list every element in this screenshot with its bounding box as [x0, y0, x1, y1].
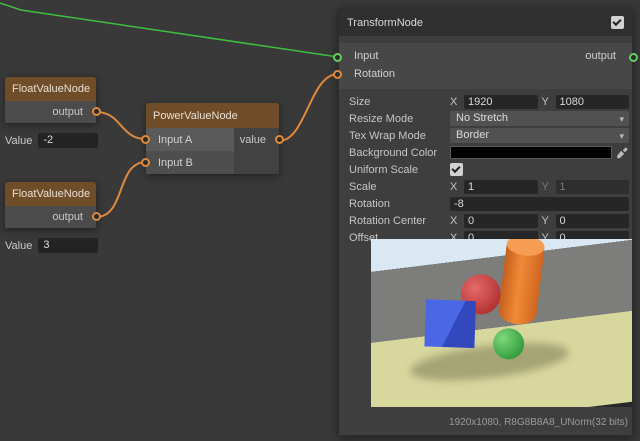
input-b-port[interactable]: [141, 158, 150, 167]
size-x-input[interactable]: 1920: [464, 95, 538, 109]
value-label: Value: [5, 240, 32, 252]
resize-mode-row: Resize Mode No Stretch: [339, 110, 632, 127]
size-row: Size X 1920 Y 1080: [339, 93, 632, 110]
value-output-label: value: [240, 134, 266, 146]
float-value-node-1-value-row: Value -2: [5, 133, 98, 148]
uniform-scale-checkbox-checked-icon[interactable]: [450, 163, 463, 176]
scale-label: Scale: [349, 181, 450, 193]
float-value-node-1-body: output: [5, 101, 96, 123]
float-value-node-2[interactable]: FloatValueNode output: [5, 182, 96, 228]
power-value-node-body: Input A Input B value: [146, 128, 279, 174]
rotation-port[interactable]: [333, 70, 342, 79]
transform-node-header[interactable]: TransformNode: [339, 9, 632, 36]
output-port-label: output: [52, 211, 83, 223]
scale-row: Scale X 1 Y 1: [339, 178, 632, 195]
preview-rendered-texture: [371, 239, 632, 407]
input-rows: Input A Input B: [146, 128, 234, 174]
rotation-label: Rotation: [349, 198, 450, 210]
input-a-port[interactable]: [141, 135, 150, 144]
power-value-node[interactable]: PowerValueNode Input A Input B value: [146, 103, 279, 174]
y-axis-label: Y: [542, 96, 552, 108]
node-title: FloatValueNode: [12, 83, 90, 95]
value-input[interactable]: -2: [38, 133, 98, 148]
rotation-row: Rotation -8: [339, 195, 632, 212]
input-b-label: Input B: [158, 157, 193, 169]
size-y-input[interactable]: 1080: [556, 95, 630, 109]
uniform-scale-label: Uniform Scale: [349, 164, 450, 176]
tex-wrap-mode-row: Tex Wrap Mode Border: [339, 127, 632, 144]
input-a-row[interactable]: Input A: [146, 128, 234, 151]
output-port[interactable]: [92, 212, 101, 221]
float-value-node-2-body: output: [5, 206, 96, 228]
eyedropper-icon[interactable]: [616, 146, 629, 159]
value-output-port[interactable]: [275, 135, 284, 144]
transform-node[interactable]: TransformNode Input Rotation output Size…: [338, 8, 633, 436]
rotation-center-label: Rotation Center: [349, 215, 450, 227]
output-port-label: output: [52, 106, 83, 118]
value-input[interactable]: 3: [38, 238, 98, 253]
input-a-label: Input A: [158, 134, 192, 146]
power-value-node-header[interactable]: PowerValueNode: [146, 103, 279, 128]
blue-cube: [424, 299, 476, 348]
x-axis-label: X: [450, 181, 460, 193]
tex-wrap-mode-label: Tex Wrap Mode: [349, 130, 450, 142]
input-port[interactable]: [333, 53, 342, 62]
background-color-label: Background Color: [349, 147, 450, 159]
y-axis-label: Y: [542, 215, 552, 227]
scale-x-input[interactable]: 1: [464, 180, 538, 194]
port-band: Input Rotation output: [339, 43, 632, 89]
resize-mode-label: Resize Mode: [349, 113, 450, 125]
y-axis-label: Y: [542, 181, 552, 193]
orange-cylinder-cap: [506, 239, 546, 257]
tex-wrap-mode-dropdown[interactable]: Border: [450, 128, 629, 143]
rotation-center-y-input[interactable]: 0: [556, 214, 630, 228]
uniform-scale-row: Uniform Scale: [339, 161, 632, 178]
input-port-label: Input: [354, 50, 378, 62]
rotation-input[interactable]: -8: [450, 197, 629, 211]
wire-power-to-rotation[interactable]: [279, 74, 338, 141]
output-port-label: output: [585, 50, 616, 62]
rotation-center-row: Rotation Center X 0 Y 0: [339, 212, 632, 229]
wire-float1-to-inputA[interactable]: [96, 112, 146, 139]
float-value-node-1-header[interactable]: FloatValueNode: [5, 77, 96, 101]
x-axis-label: X: [450, 215, 460, 227]
input-b-row[interactable]: Input B: [146, 151, 234, 174]
scale-y-input-disabled: 1: [556, 180, 630, 194]
texture-preview: [371, 239, 632, 407]
background-color-swatch[interactable]: [450, 146, 612, 159]
wire-green-to-input[interactable]: [0, 1, 338, 57]
property-list: Size X 1920 Y 1080 Resize Mode No Stretc…: [339, 93, 632, 246]
wire-float2-to-inputB[interactable]: [96, 162, 146, 217]
background-color-row: Background Color: [339, 144, 632, 161]
x-axis-label: X: [450, 96, 460, 108]
float-value-node-1[interactable]: FloatValueNode output: [5, 77, 96, 123]
node-title: PowerValueNode: [153, 110, 238, 122]
resize-mode-dropdown[interactable]: No Stretch: [450, 111, 629, 126]
orange-cylinder: [497, 239, 545, 326]
value-label: Value: [5, 135, 32, 147]
node-enabled-checkbox-checked-icon[interactable]: [611, 16, 624, 29]
output-port[interactable]: [629, 53, 638, 62]
rotation-center-x-input[interactable]: 0: [464, 214, 538, 228]
float-value-node-2-value-row: Value 3: [5, 238, 98, 253]
output-port[interactable]: [92, 107, 101, 116]
size-label: Size: [349, 96, 450, 108]
value-output-row: value: [240, 128, 266, 151]
preview-format-caption: 1920x1080, R8G8B8A8_UNorm(32 bits): [449, 417, 628, 428]
node-title: FloatValueNode: [12, 188, 90, 200]
rotation-port-label: Rotation: [354, 68, 395, 80]
float-value-node-2-header[interactable]: FloatValueNode: [5, 182, 96, 206]
node-title: TransformNode: [347, 17, 611, 29]
